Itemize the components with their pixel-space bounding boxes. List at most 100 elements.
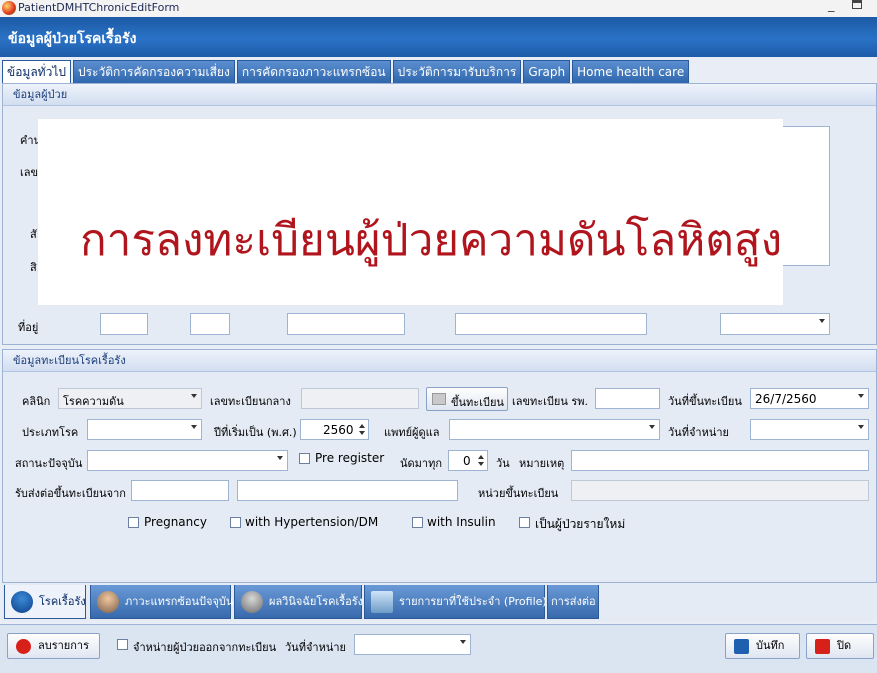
discharge-patient-label: จำหน่ายผู้ป่วยออกจากทะเบียน xyxy=(133,641,277,654)
close-button-label: ปิด xyxy=(837,639,852,652)
address-moo-field[interactable] xyxy=(190,313,230,335)
close-icon xyxy=(815,639,830,654)
address-road-field[interactable] xyxy=(287,313,405,335)
start-year-label: ปีที่เริ่มเป็น (พ.ศ.) xyxy=(214,426,297,439)
doctor-icon xyxy=(97,591,119,613)
tab-regular-medication[interactable]: รายการยาที่ใช้ประจำ (Profile) xyxy=(364,585,547,619)
delete-record-button[interactable]: ลบรายการ xyxy=(7,633,100,659)
hospital-registration-field[interactable] xyxy=(595,388,660,409)
photo-box xyxy=(780,126,830,266)
with-insulin-label: with Insulin xyxy=(427,515,496,529)
tab-current-complications[interactable]: ภาวะแทรกซ้อนปัจจุบัน xyxy=(90,585,234,619)
tab-complication-screening[interactable]: การคัดกรองภาวะแทรกซ้อน xyxy=(236,60,391,83)
start-year-value: 2560 xyxy=(323,423,354,437)
tab-chronic-disease-label: โรคเรื้อรัง xyxy=(39,595,86,608)
delete-record-button-label: ลบรายการ xyxy=(38,639,89,652)
address-subdistrict-field[interactable] xyxy=(455,313,647,335)
minimize-button[interactable]: _ xyxy=(828,0,835,13)
spin-up-icon[interactable] xyxy=(478,455,484,459)
app-icon xyxy=(2,1,16,15)
note-label: หมายเหตุ xyxy=(519,457,565,470)
spin-down-icon[interactable] xyxy=(359,431,365,435)
discharge-date-label: วันที่จำหน่าย xyxy=(668,426,729,439)
referred-from-name-field[interactable] xyxy=(237,480,458,501)
with-insulin-checkbox[interactable] xyxy=(412,517,423,528)
chevron-down-icon xyxy=(649,425,655,429)
registration-date-value: 26/7/2560 xyxy=(755,392,817,406)
save-button[interactable]: บันทึก xyxy=(725,633,800,659)
tab-current-complications-label: ภาวะแทรกซ้อนปัจจุบัน xyxy=(125,595,234,608)
doctor-label: แพทย์ผู้ดูแล xyxy=(384,426,440,439)
chronic-section-caption: ข้อมูลทะเบียนโรคเรื้อรัง xyxy=(3,350,876,372)
chevron-down-icon xyxy=(191,425,197,429)
overlay-banner-text: การลงทะเบียนผู้ป่วยความดันโลหิตสูง xyxy=(80,215,783,266)
footer-discharge-date-picker[interactable] xyxy=(354,634,471,655)
doctor-combo[interactable] xyxy=(449,419,660,440)
tab-chronic-diagnosis-label: ผลวินิจฉัยโรคเรื้อรัง xyxy=(269,595,363,608)
hospital-registration-label: เลขทะเบียน รพ. xyxy=(512,395,589,408)
register-button[interactable]: ขึ้นทะเบียน xyxy=(426,387,508,411)
save-button-label: บันทึก xyxy=(756,639,785,652)
tab-referral-label: การส่งต่อ xyxy=(551,595,596,608)
spin-down-icon[interactable] xyxy=(478,462,484,466)
address-house-field[interactable] xyxy=(100,313,148,335)
patient-section-caption: ข้อมูลผู้ป่วย xyxy=(3,84,876,106)
tab-risk-screening-history[interactable]: ประวัติการคัดกรองความเสี่ยง xyxy=(72,60,235,83)
tab-graph[interactable]: Graph xyxy=(523,60,571,83)
registration-unit-label: หน่วยขึ้นทะเบียน xyxy=(478,487,559,500)
registration-unit-field xyxy=(571,480,869,501)
maximize-button[interactable] xyxy=(852,0,862,9)
tab-chronic-diagnosis[interactable]: ผลวินิจฉัยโรคเรื้อรัง xyxy=(234,585,363,619)
person-icon xyxy=(11,591,33,613)
chevron-down-icon xyxy=(819,319,825,323)
tab-chronic-disease[interactable]: โรคเรื้อรัง xyxy=(4,585,86,619)
with-hypertension-dm-label: with Hypertension/DM xyxy=(245,515,379,529)
start-year-spinner[interactable]: 2560 xyxy=(300,419,369,440)
spin-up-icon[interactable] xyxy=(359,424,365,428)
pre-register-label: Pre register xyxy=(315,451,385,465)
address-district-combo[interactable] xyxy=(720,313,830,335)
floppy-disk-icon xyxy=(734,639,749,654)
chevron-down-icon xyxy=(858,425,864,429)
discharge-date-picker[interactable] xyxy=(750,419,869,440)
central-registration-label: เลขทะเบียนกลาง xyxy=(210,395,291,408)
pregnancy-checkbox[interactable] xyxy=(128,517,139,528)
patient-icon xyxy=(241,591,263,613)
registration-date-picker[interactable]: 26/7/2560 xyxy=(750,388,869,409)
referred-from-label: รับส่งต่อขึ้นทะเบียนจาก xyxy=(15,487,126,500)
tab-referral[interactable]: การส่งต่อ xyxy=(547,585,599,619)
new-patient-checkbox[interactable] xyxy=(519,517,530,528)
disease-type-label: ประเภทโรค xyxy=(22,426,79,439)
window-title: PatientDMHTChronicEditForm xyxy=(18,1,180,14)
tab-home-health-care[interactable]: Home health care xyxy=(572,60,690,83)
monitor-icon xyxy=(371,591,393,613)
nationality-label: สั xyxy=(30,228,37,241)
note-field[interactable] xyxy=(571,450,869,471)
day-unit-label: วัน xyxy=(496,457,510,470)
appointment-interval-value: 0 xyxy=(463,454,471,468)
appointment-interval-spinner[interactable]: 0 xyxy=(448,450,488,471)
disease-type-combo[interactable] xyxy=(87,419,202,440)
pregnancy-label: Pregnancy xyxy=(144,515,207,529)
with-hypertension-dm-checkbox[interactable] xyxy=(230,517,241,528)
close-button[interactable]: ปิด xyxy=(806,633,874,659)
appointment-interval-label: นัดมาทุก xyxy=(400,457,443,470)
clinic-value: โรคความดัน xyxy=(63,395,124,408)
delete-icon xyxy=(16,639,31,654)
clinic-combo[interactable]: โรคความดัน xyxy=(58,388,202,409)
registration-date-label: วันที่ขึ้นทะเบียน xyxy=(668,395,742,408)
rights-label: สิ xyxy=(30,261,37,274)
id-label: เลข xyxy=(20,166,39,179)
address-label: ที่อยู่ xyxy=(18,321,39,334)
chevron-down-icon xyxy=(277,456,283,460)
tab-general-info[interactable]: ข้อมูลทั่วไป xyxy=(2,60,71,83)
tab-service-history[interactable]: ประวัติการมารับบริการ xyxy=(392,60,522,83)
chevron-down-icon xyxy=(858,394,864,398)
discharge-patient-checkbox[interactable] xyxy=(117,639,128,650)
referred-from-code-field[interactable] xyxy=(131,480,229,501)
clinic-label: คลินิก xyxy=(22,395,51,408)
footer-discharge-date-label: วันที่จำหน่าย xyxy=(285,641,346,654)
register-icon xyxy=(432,393,446,405)
pre-register-checkbox[interactable] xyxy=(299,453,310,464)
current-status-combo[interactable] xyxy=(87,450,288,471)
